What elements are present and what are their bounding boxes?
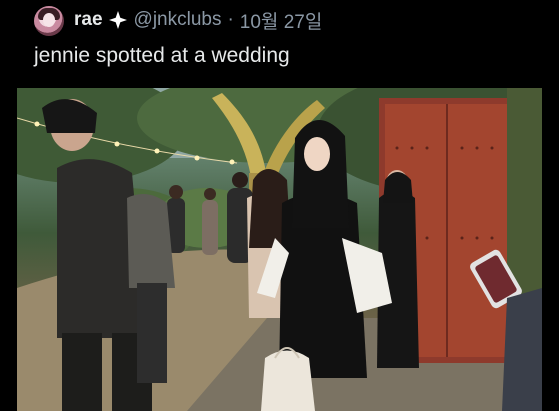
tweet-photo[interactable] — [17, 88, 542, 411]
tweet-text: jennie spotted at a wedding — [34, 44, 290, 67]
post-date[interactable]: 10월 27일 — [240, 7, 323, 34]
tweet-header: rae @jnkclubs · 10월 27일 — [0, 0, 559, 40]
avatar[interactable] — [34, 6, 64, 36]
sparkle-icon — [108, 11, 127, 29]
author-row: rae @jnkclubs · 10월 27일 — [74, 7, 323, 34]
separator-dot: · — [227, 9, 234, 30]
display-name[interactable]: rae — [74, 9, 103, 31]
handle[interactable]: @jnkclubs — [134, 9, 222, 31]
photo-scene — [17, 88, 542, 411]
